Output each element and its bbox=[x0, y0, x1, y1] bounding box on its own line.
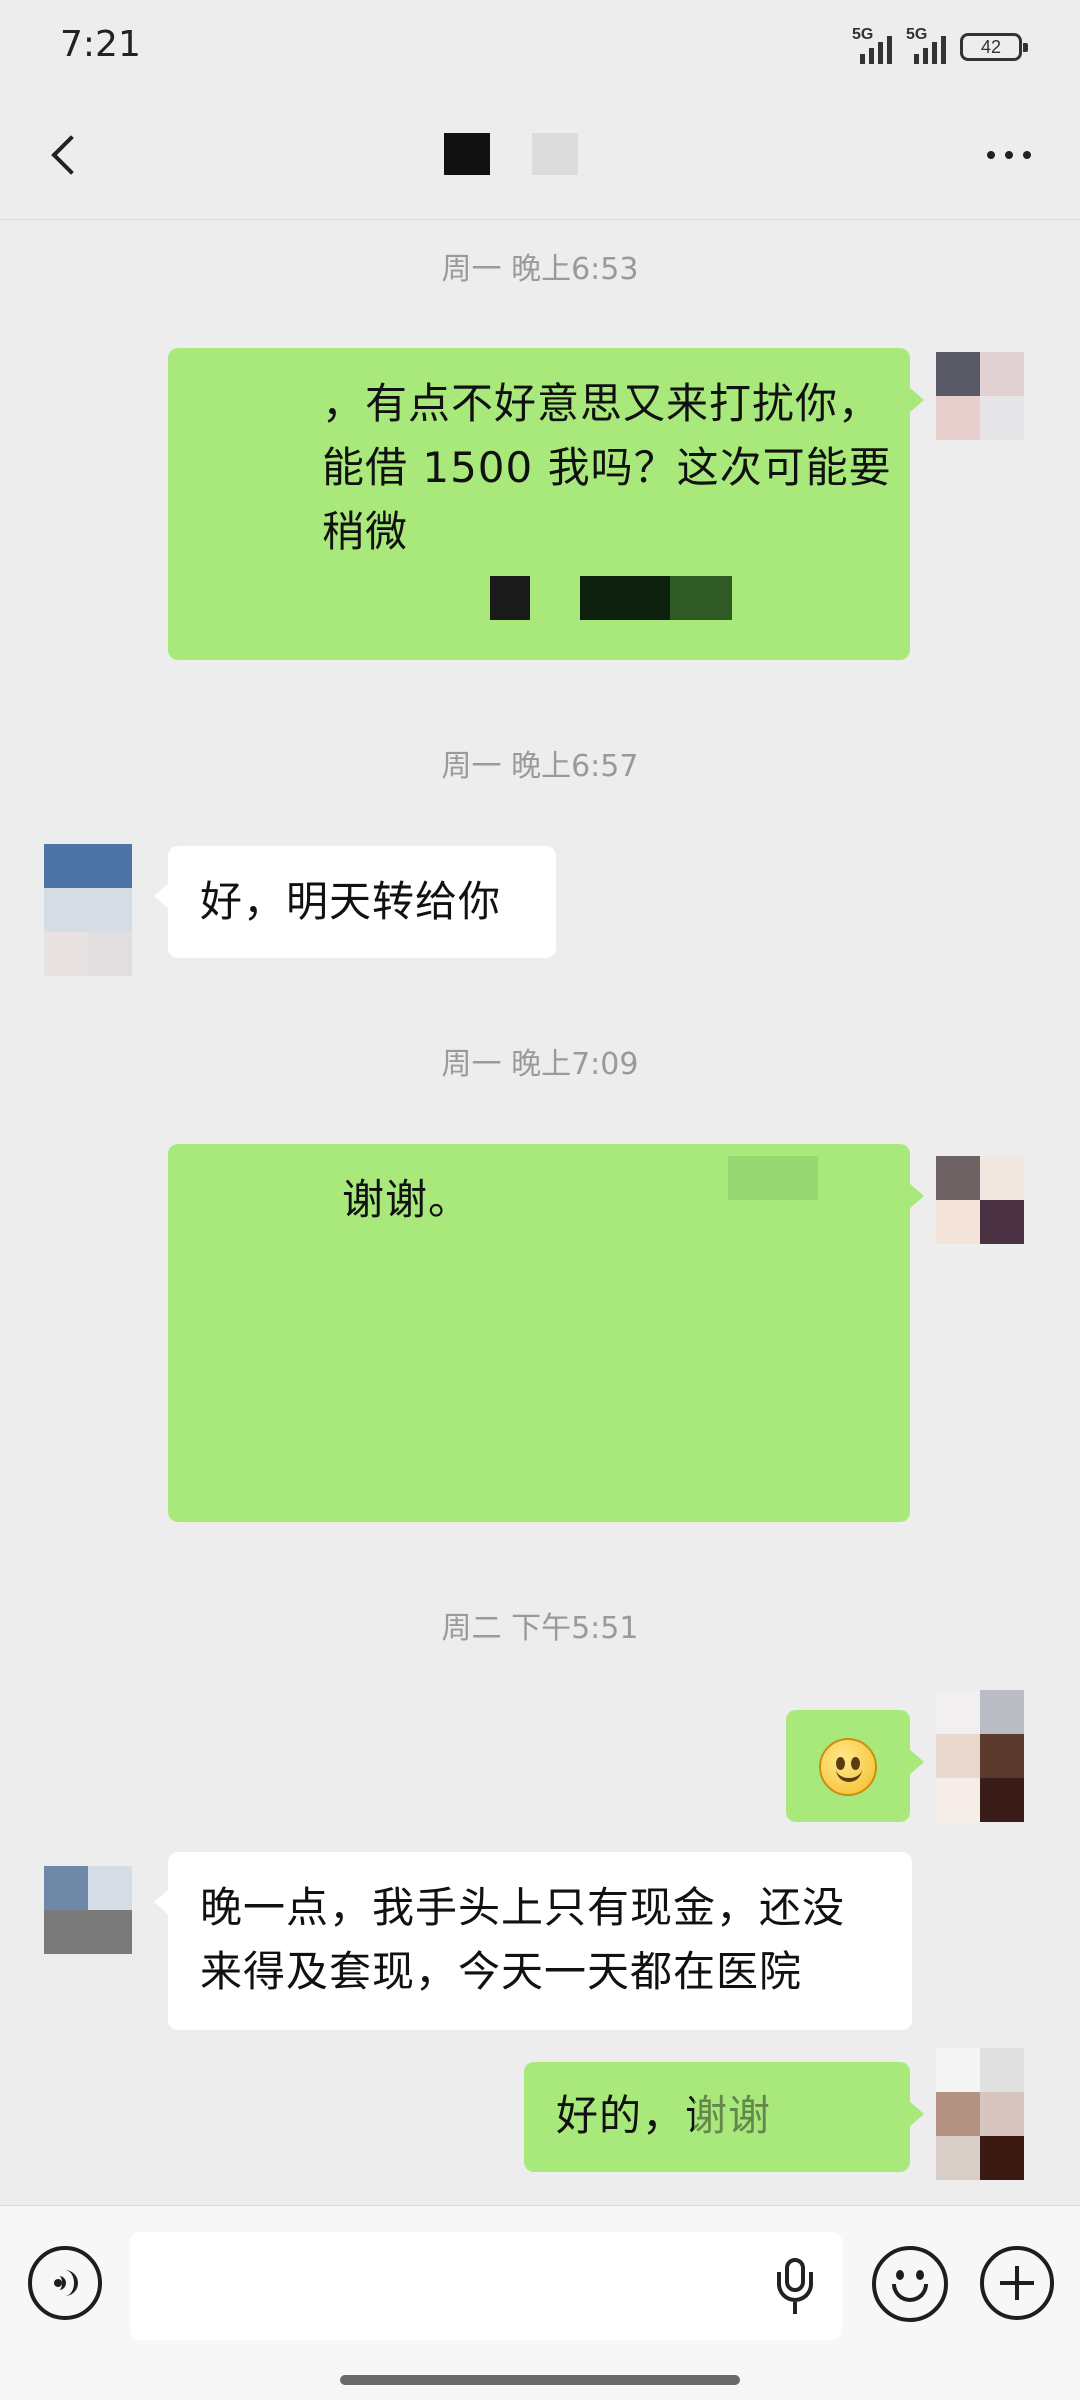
message-input[interactable] bbox=[130, 2232, 842, 2340]
message-bubble-sent[interactable]: ，有点不好意思又来打扰你， 能借 1500 我吗？这次可能要稍微 久点还，年前还… bbox=[168, 348, 924, 660]
signal-icon: 5G bbox=[906, 26, 946, 64]
battery-icon: 42 bbox=[960, 33, 1028, 61]
redaction bbox=[694, 2078, 774, 2138]
message-text: 晚一点，我手头上只有现金，还没 来得及套现，今天一天都在医院 bbox=[200, 1883, 846, 1996]
my-avatar[interactable] bbox=[936, 2048, 1024, 2180]
message-bubble-sent[interactable]: 好的，谢谢 bbox=[524, 2062, 924, 2172]
chat-title-redacted bbox=[444, 133, 490, 175]
redaction bbox=[198, 372, 308, 442]
redaction bbox=[728, 1156, 818, 1200]
smile-emoji-icon bbox=[819, 1738, 877, 1796]
emoji-icon bbox=[896, 2270, 904, 2280]
input-bar bbox=[0, 2205, 1080, 2400]
contact-avatar[interactable] bbox=[44, 1866, 132, 1954]
my-avatar[interactable] bbox=[936, 1690, 1024, 1822]
redaction bbox=[580, 576, 670, 620]
chat-header bbox=[0, 95, 1080, 220]
my-avatar[interactable] bbox=[936, 352, 1024, 440]
home-indicator[interactable] bbox=[340, 2375, 740, 2385]
my-avatar[interactable] bbox=[936, 1156, 1024, 1244]
redaction bbox=[490, 576, 530, 620]
status-time: 7:21 bbox=[60, 24, 141, 65]
more-functions-button[interactable] bbox=[980, 2246, 1054, 2320]
redaction bbox=[670, 576, 732, 620]
message-bubble-received[interactable]: 晚一点，我手头上只有现金，还没 来得及套现，今天一天都在医院 bbox=[154, 1852, 912, 2030]
timestamp: 周一 晚上6:57 bbox=[441, 749, 639, 784]
chevron-left-icon bbox=[51, 135, 91, 175]
chat-title-redacted bbox=[532, 133, 578, 175]
voice-input-button[interactable] bbox=[28, 2246, 102, 2320]
signal-icon: 5G bbox=[852, 26, 892, 64]
status-icons: 5G 5G 42 bbox=[852, 26, 1028, 64]
message-bubble-received[interactable]: 好，明天转给你 bbox=[154, 846, 556, 958]
message-bubble-sent[interactable]: 谢谢。 bbox=[168, 1144, 924, 1522]
status-bar: 7:21 5G 5G 42 bbox=[0, 0, 1080, 95]
message-text: 好，明天转给你 bbox=[200, 877, 502, 926]
timestamp: 周二 下午5:51 bbox=[441, 1611, 639, 1646]
back-button[interactable] bbox=[36, 125, 96, 185]
emoji-button[interactable] bbox=[872, 2246, 948, 2322]
timestamp: 周一 晚上7:09 bbox=[441, 1047, 639, 1082]
more-options-button[interactable] bbox=[974, 135, 1044, 175]
timestamp: 周一 晚上6:53 bbox=[441, 252, 639, 287]
mic-icon[interactable] bbox=[770, 2258, 820, 2318]
message-bubble-sent[interactable] bbox=[786, 1710, 924, 1822]
contact-avatar[interactable] bbox=[44, 844, 132, 976]
ellipsis-icon bbox=[987, 151, 995, 159]
